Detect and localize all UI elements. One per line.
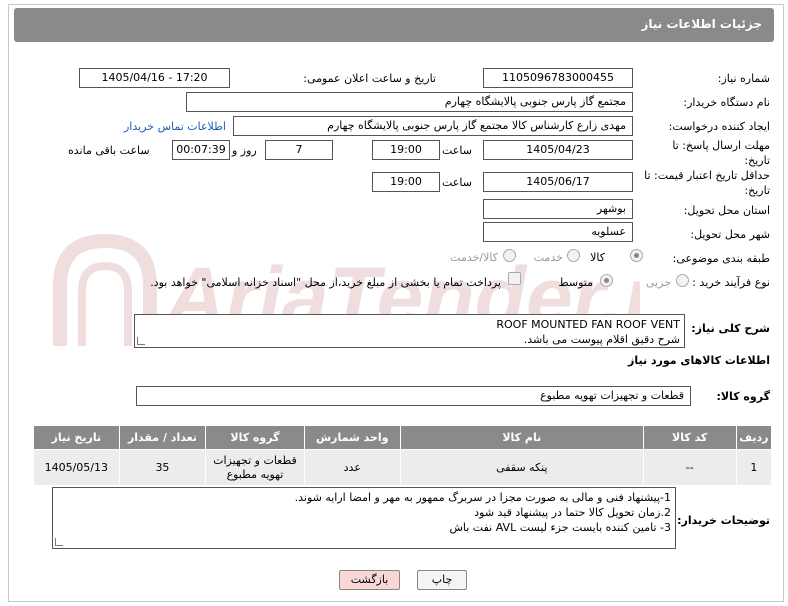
buyer-notes-label: توضیحات خریدار:	[677, 514, 770, 527]
print-button[interactable]: چاپ	[417, 570, 467, 590]
category-option-service: خدمت	[533, 251, 563, 264]
announce-field: 1405/04/16 - 17:20	[79, 68, 230, 88]
cell-group: قطعات و تجهیزات تهویه مطبوع	[205, 449, 305, 486]
announce-label: تاریخ و ساعت اعلان عمومی:	[303, 72, 436, 85]
process-label: نوع فرآیند خرید :	[692, 276, 770, 289]
col-row: ردیف	[735, 425, 773, 450]
category-radio-both[interactable]	[503, 249, 516, 262]
city-field: عسلویه	[483, 222, 633, 242]
requester-label: ایجاد کننده درخواست:	[668, 120, 770, 133]
resize-grip-icon[interactable]	[137, 337, 145, 345]
category-radio-service[interactable]	[567, 249, 580, 262]
description-label: شرح کلی نیاز:	[691, 322, 770, 335]
items-table: ردیف کد کالا نام کالا واحد شمارش گروه کا…	[33, 425, 773, 486]
category-label: طبقه بندی موضوعی:	[672, 252, 770, 265]
buyer-org-label: نام دستگاه خریدار:	[683, 96, 770, 109]
col-code: کد کالا	[642, 425, 737, 450]
col-group: گروه کالا	[205, 425, 305, 450]
buyer-contact-link[interactable]: اطلاعات تماس خریدار	[124, 120, 226, 133]
col-quantity: تعداد / مقدار	[118, 425, 207, 450]
goods-group-field: قطعات و تجهیزات تهویه مطبوع	[136, 386, 691, 406]
days-and-label: روز و	[232, 144, 257, 157]
cell-name: پنکه سقفی	[399, 449, 644, 486]
price-validity-label: حداقل تاریخ اعتبار قیمت: تا تاریخ:	[644, 169, 770, 197]
header-bar: جزئیات اطلاعات نیاز	[14, 8, 774, 42]
buyer-note-line-3: 3- تامین کننده بایست جزء لیست AVL نفت با…	[449, 521, 671, 534]
reply-deadline-label: مهلت ارسال پاسخ: تا تاریخ:	[672, 139, 770, 167]
col-need-date: تاریخ نیاز	[33, 425, 120, 450]
col-unit: واحد شمارش	[303, 425, 401, 450]
category-radio-goods[interactable]	[630, 249, 643, 262]
cell-unit: عدد	[303, 449, 401, 486]
reply-date-field: 1405/04/23	[483, 140, 633, 160]
buyer-notes-textarea: 1-پیشنهاد فنی و مالی به صورت مجزا در سرب…	[52, 487, 676, 549]
price-time-field: 19:00	[372, 172, 440, 192]
items-table-header: ردیف کد کالا نام کالا واحد شمارش گروه کا…	[33, 425, 773, 450]
cell-quantity: 35	[118, 449, 207, 486]
cell-need-date: 1405/05/13	[33, 449, 120, 486]
reply-time-label: ساعت	[442, 144, 472, 157]
price-time-label: ساعت	[442, 176, 472, 189]
treasury-payment-note: پرداخت تمام یا بخشی از مبلغ خرید،از محل …	[150, 276, 501, 289]
goods-group-label: گروه کالا:	[716, 390, 770, 403]
col-name: نام کالا	[399, 425, 644, 450]
description-line-2: شرح دقیق اقلام پیوست می باشد.	[523, 333, 680, 346]
remaining-time-field: 00:07:39	[172, 140, 230, 160]
requester-field: مهدی زارع کارشناس کالا مجتمع گاز پارس جن…	[233, 116, 633, 136]
back-button[interactable]: بازگشت	[339, 570, 400, 590]
cell-row: 1	[735, 449, 773, 486]
buyer-org-field: مجتمع گاز پارس جنوبی پالایشگاه چهارم	[186, 92, 633, 112]
need-number-label: شماره نیاز:	[717, 72, 770, 85]
need-number-field: 1105096783000455	[483, 68, 633, 88]
category-option-both: کالا/خدمت	[450, 251, 498, 264]
page-title: جزئیات اطلاعات نیاز	[641, 17, 762, 31]
process-radio-medium[interactable]	[600, 274, 613, 287]
category-option-goods: کالا	[590, 251, 605, 264]
buyer-note-line-1: 1-پیشنهاد فنی و مالی به صورت مجزا در سرب…	[294, 491, 671, 504]
remaining-label: ساعت باقی مانده	[68, 144, 150, 157]
process-radio-minor[interactable]	[676, 274, 689, 287]
table-row: 1 -- پنکه سقفی عدد قطعات و تجهیزات تهویه…	[33, 449, 773, 486]
resize-grip-icon[interactable]	[55, 538, 63, 546]
cell-code: --	[642, 449, 737, 486]
reply-days-field: 7	[265, 140, 333, 160]
goods-info-title: اطلاعات کالاهای مورد نیاز	[628, 354, 770, 367]
buyer-note-line-2: 2.زمان تحویل کالا حتما در پیشنهاد قید شو…	[474, 506, 671, 519]
reply-time-field: 19:00	[372, 140, 440, 160]
province-field: بوشهر	[483, 199, 633, 219]
process-option-minor: جزیی	[645, 276, 671, 289]
description-textarea: ROOF MOUNTED FAN ROOF VENT شرح دقیق اقلا…	[134, 314, 685, 348]
description-line-1: ROOF MOUNTED FAN ROOF VENT	[496, 318, 680, 331]
process-option-medium: متوسط	[558, 276, 593, 289]
province-label: استان محل تحویل:	[683, 204, 770, 217]
treasury-payment-checkbox[interactable]	[508, 272, 521, 285]
price-date-field: 1405/06/17	[483, 172, 633, 192]
city-label: شهر محل تحویل:	[690, 228, 770, 241]
